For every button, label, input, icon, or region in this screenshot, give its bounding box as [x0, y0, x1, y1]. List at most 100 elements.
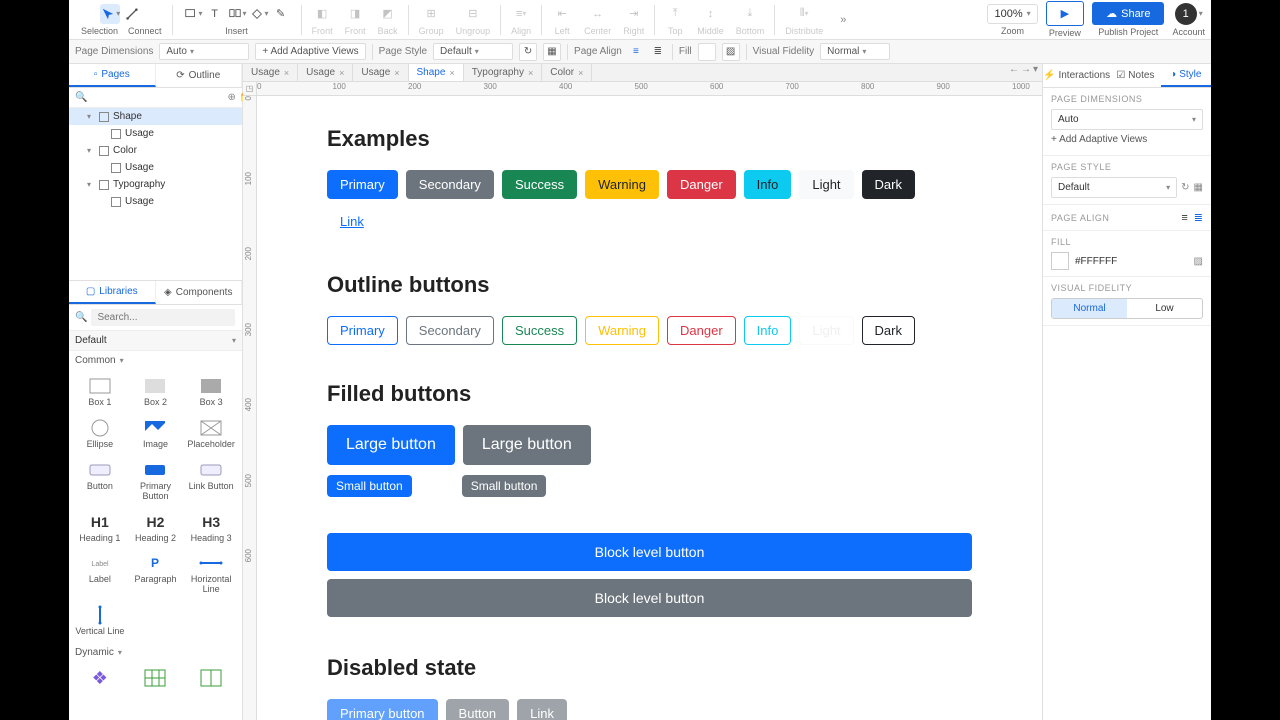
tree-item[interactable]: Usage: [69, 159, 242, 176]
canvas-button[interactable]: Warning: [585, 316, 659, 345]
ungroup-btn[interactable]: ⊟: [463, 4, 483, 24]
widget-item[interactable]: H1Heading 1: [73, 508, 127, 548]
style-refresh-icon[interactable]: ↻: [519, 43, 537, 61]
page-style-select[interactable]: Default▾: [433, 43, 513, 60]
connect-tool[interactable]: [122, 4, 142, 24]
canvas-button[interactable]: Info: [744, 170, 792, 199]
tree-item[interactable]: ▾Color: [69, 142, 242, 159]
insert-pen[interactable]: ✎: [271, 4, 291, 24]
visual-fidelity-select[interactable]: Normal▾: [820, 43, 890, 60]
page-search-input[interactable]: [91, 92, 223, 103]
canvas-button[interactable]: Primary button: [327, 699, 438, 720]
widget-item[interactable]: Horizontal Line: [184, 549, 238, 599]
tree-item[interactable]: Usage: [69, 193, 242, 210]
tree-item[interactable]: ▾Shape: [69, 108, 242, 125]
file-tab[interactable]: Color×: [542, 64, 592, 81]
canvas-button[interactable]: Small button: [462, 475, 547, 497]
close-icon[interactable]: ×: [528, 68, 533, 78]
fill-image-icon[interactable]: ▨: [722, 43, 740, 61]
close-icon[interactable]: ×: [578, 68, 583, 78]
canvas-button[interactable]: Small button: [327, 475, 412, 497]
widget-item[interactable]: Primary Button: [129, 456, 183, 506]
insert-rect[interactable]: ▾: [183, 4, 203, 24]
file-tab[interactable]: Typography×: [464, 64, 543, 81]
canvas-button[interactable]: Info: [744, 316, 792, 345]
canvas-button[interactable]: Danger: [667, 316, 736, 345]
widget-item[interactable]: [184, 664, 238, 692]
add-adaptive-views-button[interactable]: + Add Adaptive Views: [255, 43, 365, 60]
common-section-header[interactable]: Common ▾: [69, 351, 242, 370]
widget-item[interactable]: Box 1: [73, 372, 127, 412]
canvas-button[interactable]: Link: [517, 699, 567, 720]
canvas-button[interactable]: Secondary: [406, 316, 494, 345]
preview-button[interactable]: ▶: [1046, 1, 1084, 26]
widget-item[interactable]: ❖: [73, 664, 127, 692]
page-canvas[interactable]: ↖ Examples PrimarySecondarySuccessWarnin…: [257, 96, 1042, 720]
library-search-input[interactable]: [91, 309, 235, 326]
canvas-button[interactable]: Light: [799, 170, 853, 199]
close-icon[interactable]: ×: [449, 68, 454, 78]
components-tab[interactable]: ◈ Components: [156, 281, 243, 304]
interactions-tab[interactable]: ⚡Interactions: [1043, 64, 1110, 87]
widget-item[interactable]: Box 3: [184, 372, 238, 412]
canvas-button[interactable]: Warning: [585, 170, 659, 199]
widget-item[interactable]: Vertical Line: [73, 601, 127, 641]
rp-style-refresh-icon[interactable]: ↻: [1181, 182, 1189, 193]
canvas-button[interactable]: Primary: [327, 170, 398, 199]
overflow-tools[interactable]: »: [833, 10, 853, 30]
rp-align-left-icon[interactable]: ≡: [1181, 212, 1187, 224]
rp-fidelity-normal[interactable]: Normal: [1052, 299, 1127, 318]
widget-item[interactable]: PParagraph: [129, 549, 183, 599]
widget-item[interactable]: H3Heading 3: [184, 508, 238, 548]
group-btn[interactable]: ⊞: [421, 4, 441, 24]
library-select[interactable]: Default▾: [69, 331, 242, 351]
canvas-button[interactable]: Dark: [862, 316, 915, 345]
widget-item[interactable]: Ellipse: [73, 414, 127, 454]
canvas-button[interactable]: Block level button: [327, 579, 972, 617]
rp-style-manage-icon[interactable]: ▦: [1194, 182, 1203, 193]
widget-item[interactable]: Button: [73, 456, 127, 506]
widget-item[interactable]: Box 2: [129, 372, 183, 412]
pages-tab[interactable]: ▫ Pages: [69, 64, 156, 87]
rp-fidelity-low[interactable]: Low: [1127, 299, 1202, 318]
distribute-btn[interactable]: ⫴▾: [794, 4, 814, 24]
canvas-button[interactable]: Secondary: [406, 170, 494, 199]
canvas-button[interactable]: Dark: [862, 170, 915, 199]
page-align-center-icon[interactable]: ≣: [650, 44, 666, 60]
style-tab[interactable]: ◑Style: [1161, 64, 1211, 87]
insert-layout[interactable]: ▾: [227, 4, 247, 24]
select-tool[interactable]: ▾: [100, 4, 120, 24]
canvas-button[interactable]: Link: [327, 207, 377, 236]
align-bottom[interactable]: ⤓: [740, 4, 760, 24]
order-front-2[interactable]: ◨: [345, 4, 365, 24]
rp-page-dimensions-select[interactable]: Auto▾: [1051, 109, 1203, 130]
rp-fill-image-icon[interactable]: ▨: [1194, 256, 1203, 267]
canvas-button[interactable]: Danger: [667, 170, 736, 199]
canvas-button[interactable]: Success: [502, 170, 577, 199]
libraries-tab[interactable]: ▢ Libraries: [69, 281, 156, 304]
share-button[interactable]: ☁ Share: [1092, 2, 1164, 25]
canvas-button[interactable]: Button: [446, 699, 510, 720]
widget-item[interactable]: LabelLabel: [73, 549, 127, 599]
canvas-button[interactable]: Large button: [327, 425, 455, 465]
align-btn[interactable]: ≡▾: [511, 4, 531, 24]
canvas-button[interactable]: Success: [502, 316, 577, 345]
close-icon[interactable]: ×: [339, 68, 344, 78]
widget-item[interactable]: Link Button: [184, 456, 238, 506]
rp-align-center-icon[interactable]: ≣: [1194, 211, 1203, 224]
page-dimensions-select[interactable]: Auto▾: [159, 43, 249, 60]
tab-menu-icon[interactable]: ▾: [1033, 64, 1038, 81]
widget-item[interactable]: H2Heading 2: [129, 508, 183, 548]
tree-item[interactable]: Usage: [69, 125, 242, 142]
rp-page-style-select[interactable]: Default▾: [1051, 177, 1177, 198]
dynamic-section-header[interactable]: Dynamic ▾: [69, 643, 242, 662]
close-icon[interactable]: ×: [284, 68, 289, 78]
add-page-icon[interactable]: ⊕: [227, 92, 235, 103]
tab-fwd-icon[interactable]: →: [1021, 64, 1031, 81]
rp-add-adaptive-views[interactable]: + Add Adaptive Views: [1051, 130, 1203, 149]
order-front-1[interactable]: ◧: [312, 4, 332, 24]
align-right[interactable]: ⇥: [624, 4, 644, 24]
canvas-button[interactable]: Light: [799, 316, 853, 345]
canvas-button[interactable]: Primary: [327, 316, 398, 345]
align-middle[interactable]: ↕: [700, 4, 720, 24]
